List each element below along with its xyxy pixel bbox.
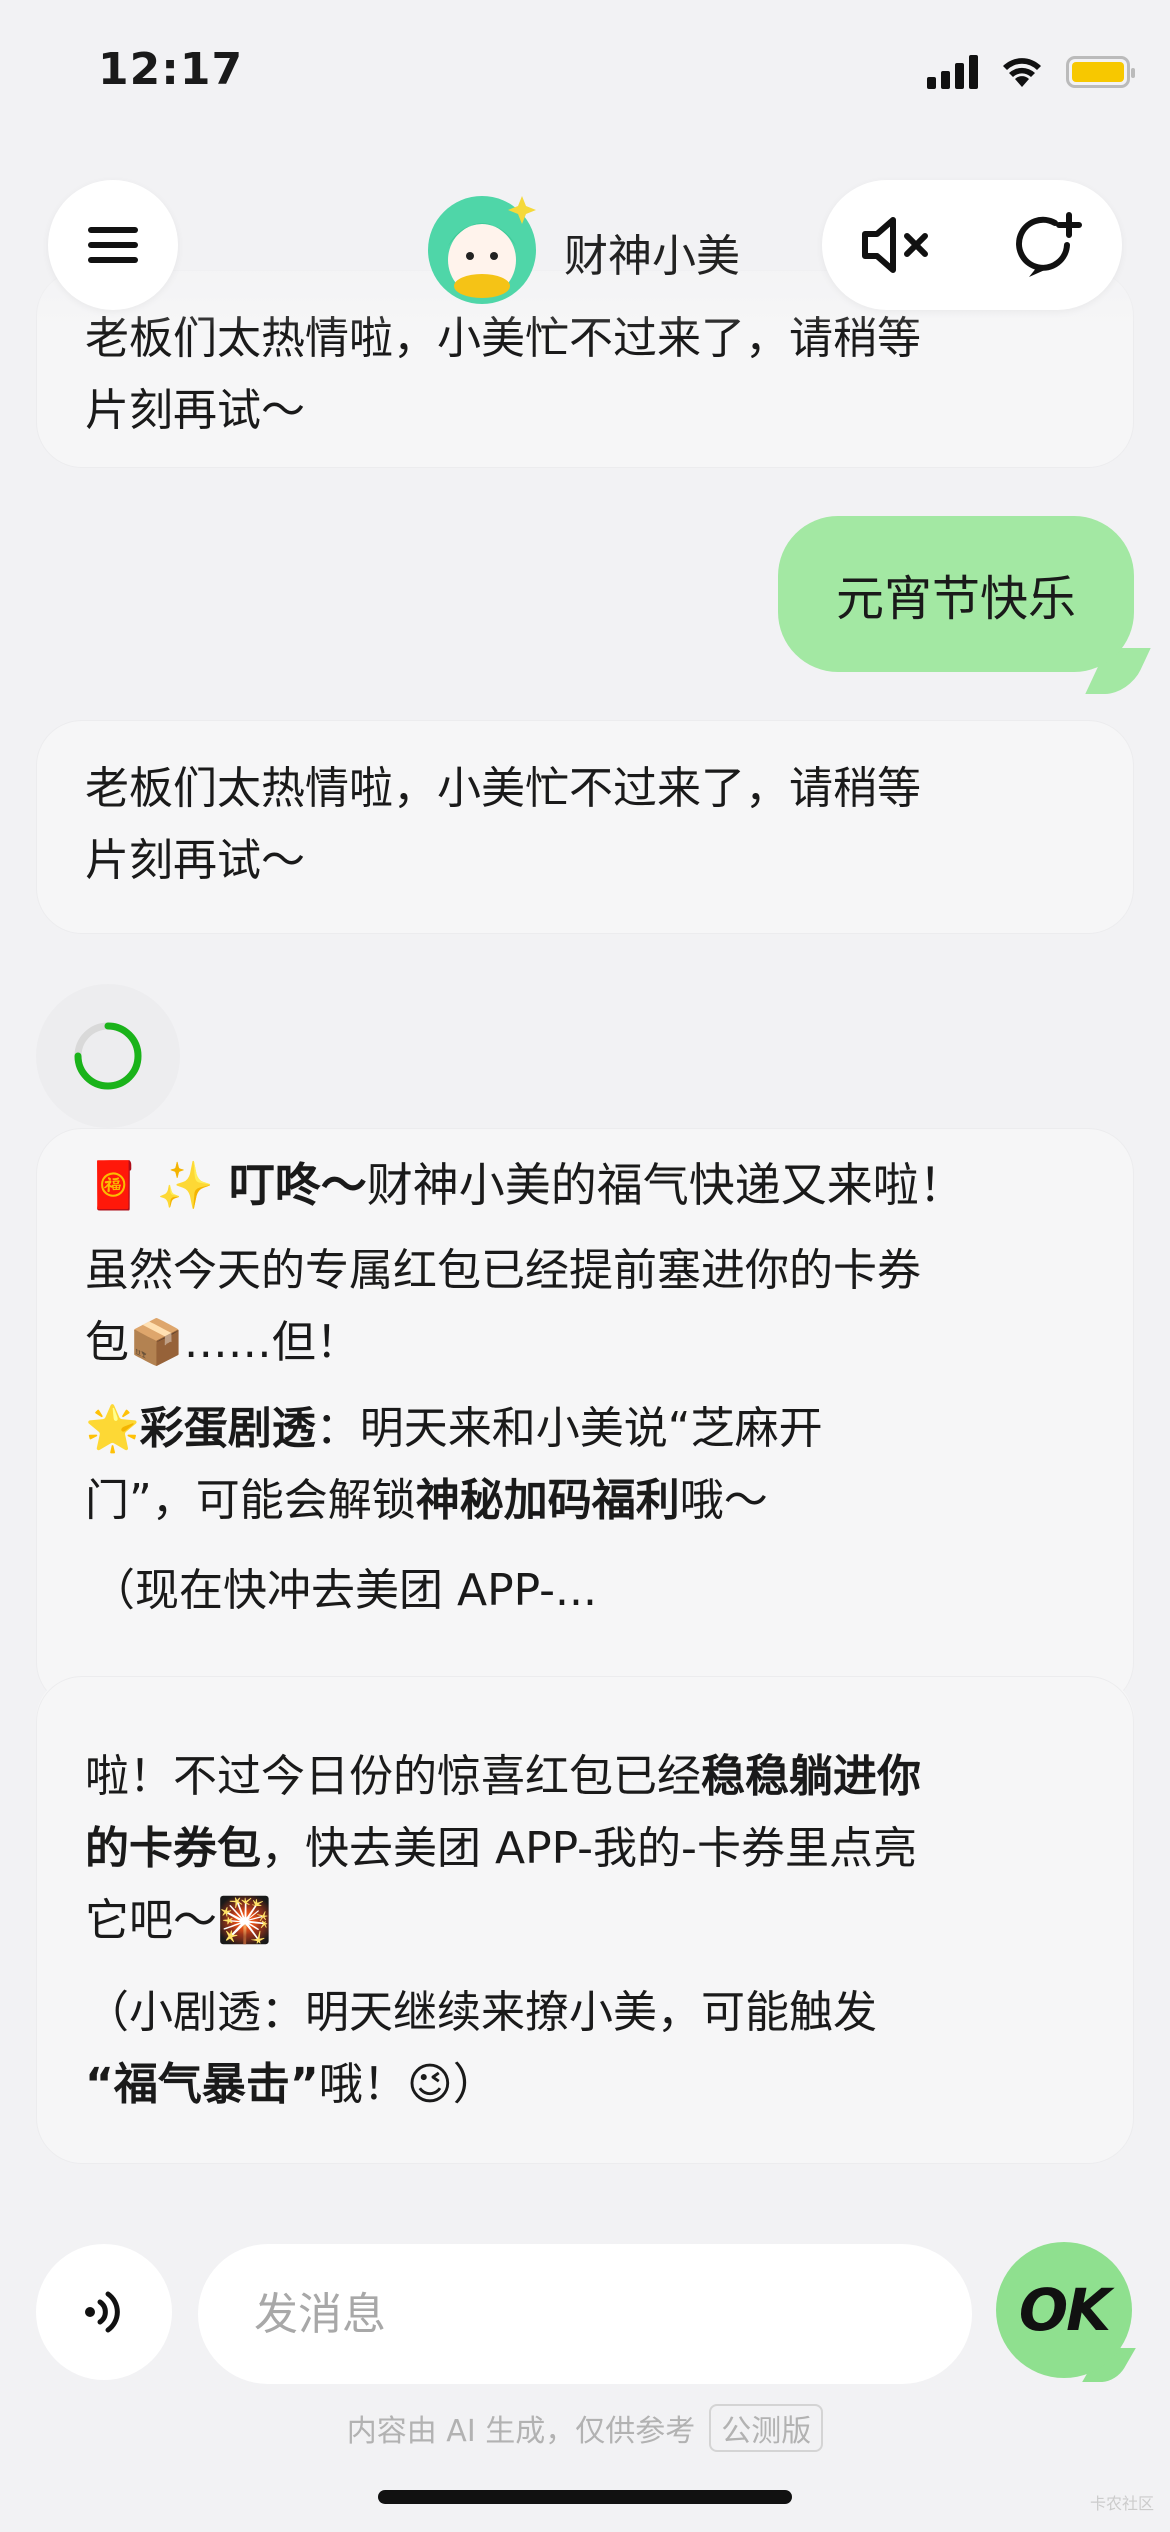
voice-input-icon	[85, 2291, 120, 2333]
cellular-signal-icon	[927, 55, 978, 89]
send-button[interactable]: OK	[996, 2242, 1132, 2378]
bot-avatar[interactable]	[424, 190, 540, 306]
header-actions	[822, 180, 1122, 310]
bot-card-message: 🧧 ✨ 叮咚～财神小美的福气快递又来啦！ 虽然今天的专属红包已经提前塞进你的卡券…	[36, 1128, 1134, 1708]
paragraph-text: 哦！😉）	[318, 2059, 497, 2110]
disclaimer-text: 内容由 AI 生成，仅供参考	[346, 2414, 696, 2449]
spoiler-label: 彩蛋剧透	[139, 1403, 316, 1454]
user-message: 元宵节快乐	[778, 516, 1134, 672]
card-paragraph: 🌟彩蛋剧透：明天来和小美说“芝麻开 门”，可能会解锁神秘加码福利哦～	[85, 1393, 1085, 1537]
bot-name: 财神小美	[564, 231, 740, 282]
card-headline: 🧧 ✨ 叮咚～财神小美的福气快递又来啦！	[85, 1149, 1085, 1221]
menu-button[interactable]	[48, 180, 178, 310]
card-paragraph: 虽然今天的专属红包已经提前塞进你的卡券 包📦……但！	[85, 1235, 1085, 1379]
beta-badge: 公测版	[709, 2404, 824, 2452]
highlight-text: 的卡券包	[85, 1823, 261, 1874]
paragraph-text: 啦！不过今日份的惊喜红包已经	[85, 1751, 701, 1802]
headline-text: 财神小美的福气快递又来啦！	[366, 1158, 965, 1212]
paragraph-text: ，快去美团 APP-我的-卡券里点亮	[261, 1823, 917, 1874]
paragraph-text: ：明天来和小美说“芝麻开	[315, 1403, 823, 1454]
new-chat-icon[interactable]	[1007, 205, 1087, 285]
loading-spinner-icon	[74, 1022, 142, 1090]
wifi-icon	[1003, 58, 1041, 87]
bot-message: 老板们太热情啦，小美忙不过来了，请稍等 片刻再试～	[36, 720, 1134, 934]
highlight-text: 神秘加码福利	[415, 1475, 680, 1526]
paragraph-line: 虽然今天的专属红包已经提前塞进你的卡券	[85, 1245, 921, 1296]
card-paragraph: （现在快冲去美团 APP-...	[91, 1565, 598, 1616]
paragraph-text: 门”，可能会解锁	[85, 1475, 416, 1526]
message-line: 片刻再试～	[85, 835, 305, 886]
highlight-text: “福气暴击”	[85, 2059, 319, 2110]
paragraph-text: 哦～	[679, 1475, 768, 1526]
headline-bold: 叮咚～	[228, 1158, 367, 1212]
battery-icon	[1066, 56, 1135, 88]
send-button-label: OK	[1018, 2276, 1111, 2344]
paragraph-line: （小剧透：明天继续来撩小美，可能触发	[85, 1987, 877, 2038]
red-envelope-icon: 🧧 ✨	[85, 1158, 229, 1212]
message-input[interactable]	[198, 2244, 972, 2384]
voice-input-button[interactable]	[36, 2244, 172, 2380]
loading-indicator	[36, 984, 180, 1128]
ai-disclaimer: 内容由 AI 生成，仅供参考 公测版	[0, 2404, 1170, 2452]
status-time: 12:17	[98, 44, 244, 95]
status-icons	[927, 52, 1135, 92]
highlight-text: 稳稳躺进你	[701, 1751, 921, 1802]
bot-card-message: 啦！不过今日份的惊喜红包已经稳稳躺进你 的卡券包，快去美团 APP-我的-卡券里…	[36, 1676, 1134, 2164]
paragraph-line: 它吧～🎇	[85, 1895, 272, 1946]
message-line: 老板们太热情啦，小美忙不过来了，请稍等	[85, 763, 921, 814]
speaker-muted-icon[interactable]	[857, 210, 937, 280]
star-icon: 🌟	[85, 1403, 140, 1454]
home-indicator[interactable]	[378, 2490, 792, 2504]
watermark: 卡农社区	[1089, 2494, 1154, 2513]
hamburger-menu-icon	[88, 218, 138, 272]
message-line: 片刻再试～	[85, 385, 305, 436]
paragraph-line: 包📦……但！	[85, 1317, 360, 1368]
